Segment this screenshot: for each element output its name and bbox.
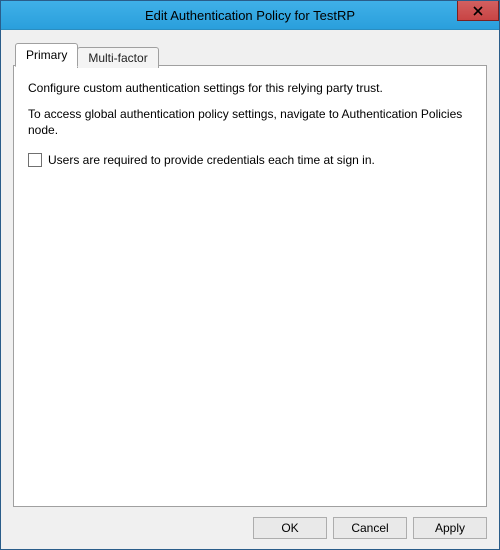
- button-label: OK: [281, 521, 298, 535]
- tab-page-primary: Configure custom authentication settings…: [13, 65, 487, 507]
- tab-label: Primary: [26, 48, 67, 62]
- tab-control: Primary Multi-factor Configure custom au…: [13, 42, 487, 507]
- require-credentials-checkbox[interactable]: [28, 153, 42, 167]
- button-label: Cancel: [351, 521, 388, 535]
- description-text-2: To access global authentication policy s…: [28, 106, 472, 138]
- require-credentials-row: Users are required to provide credential…: [28, 153, 472, 167]
- client-area: Primary Multi-factor Configure custom au…: [1, 30, 499, 549]
- tab-label: Multi-factor: [88, 51, 147, 65]
- close-button[interactable]: [457, 1, 499, 21]
- dialog-button-row: OK Cancel Apply: [13, 507, 487, 539]
- tab-primary[interactable]: Primary: [15, 43, 78, 67]
- tab-strip: Primary Multi-factor: [13, 42, 487, 66]
- ok-button[interactable]: OK: [253, 517, 327, 539]
- button-label: Apply: [435, 521, 465, 535]
- tab-multifactor[interactable]: Multi-factor: [77, 47, 158, 68]
- close-icon: [473, 6, 483, 16]
- window-title: Edit Authentication Policy for TestRP: [1, 8, 499, 23]
- apply-button[interactable]: Apply: [413, 517, 487, 539]
- cancel-button[interactable]: Cancel: [333, 517, 407, 539]
- titlebar: Edit Authentication Policy for TestRP: [1, 1, 499, 30]
- dialog-window: Edit Authentication Policy for TestRP Pr…: [0, 0, 500, 550]
- description-text-1: Configure custom authentication settings…: [28, 80, 472, 96]
- require-credentials-label: Users are required to provide credential…: [48, 153, 375, 167]
